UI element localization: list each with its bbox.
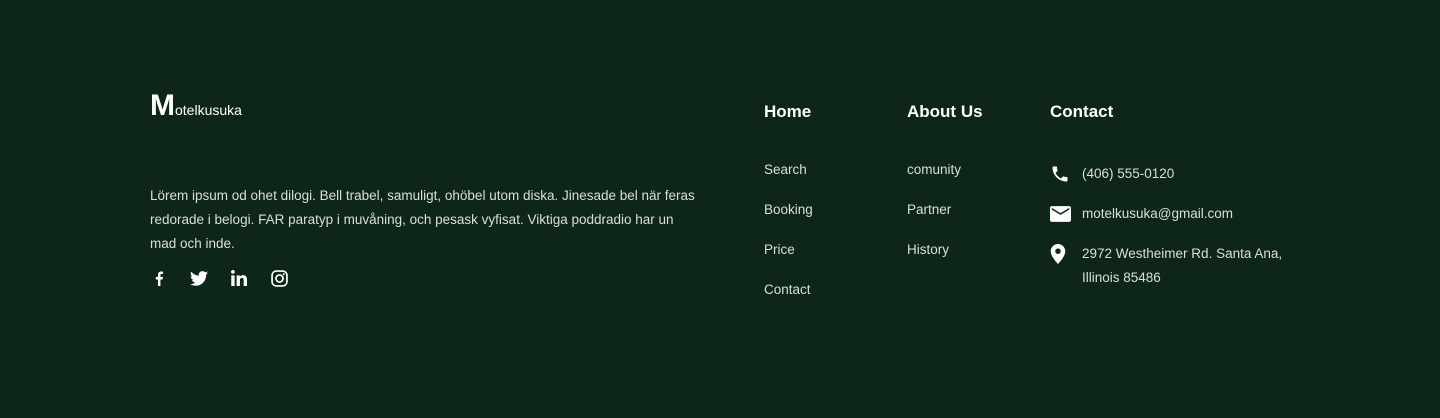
phone-number: (406) 555-0120	[1082, 166, 1175, 181]
contact-list: (406) 555-0120 motelkusuka@gmail.com 297…	[1050, 162, 1310, 306]
twitter-icon	[190, 270, 208, 286]
instagram-icon	[270, 269, 288, 287]
link-contact[interactable]: Contact	[764, 278, 964, 318]
column-title-about: About Us	[907, 102, 983, 121]
social-links	[150, 266, 288, 290]
linkedin-icon	[231, 270, 247, 286]
street-address: 2972 Westheimer Rd. Santa Ana, Illinois …	[1082, 246, 1283, 285]
phone-icon	[1050, 162, 1072, 186]
logo-text: otelkusuka	[175, 102, 242, 118]
facebook-icon	[155, 270, 164, 286]
location-pin-icon	[1050, 242, 1072, 266]
facebook-link[interactable]	[150, 266, 168, 290]
column-title-home: Home	[764, 102, 812, 121]
mail-icon	[1050, 202, 1072, 226]
logo-initial: M	[150, 89, 175, 122]
linkedin-link[interactable]	[230, 266, 248, 290]
email-address: motelkusuka@gmail.com	[1082, 206, 1234, 221]
footer-column-contact: Contact (406) 555-0120 motelkusuka@gmail…	[1050, 100, 1282, 285]
contact-phone[interactable]: (406) 555-0120	[1050, 162, 1310, 186]
brand-logo[interactable]: M otelkusuka	[150, 89, 242, 122]
twitter-link[interactable]	[190, 266, 208, 290]
instagram-link[interactable]	[270, 266, 288, 290]
contact-address[interactable]: 2972 Westheimer Rd. Santa Ana, Illinois …	[1050, 242, 1310, 290]
footer-column-home: Home Search Booking Price Contact	[764, 100, 813, 297]
footer-column-about: About Us comunity Partner History	[907, 100, 983, 257]
column-title-contact: Contact	[1050, 102, 1114, 121]
site-footer: M otelkusuka Lörem ipsum od ohet dilogi.…	[0, 0, 1440, 418]
contact-email[interactable]: motelkusuka@gmail.com	[1050, 202, 1310, 226]
about-text: Lörem ipsum od ohet dilogi. Bell trabel,…	[150, 187, 695, 251]
